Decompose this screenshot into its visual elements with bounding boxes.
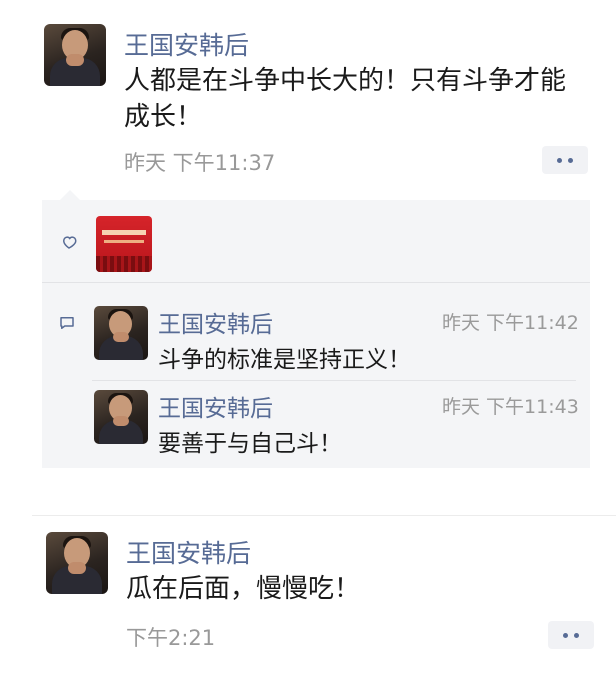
post1-avatar[interactable]	[44, 24, 106, 86]
panel-arrow	[60, 190, 80, 200]
panel-divider	[42, 282, 590, 283]
avatar-hand	[113, 416, 129, 426]
more-dot	[574, 632, 579, 638]
more-dot	[568, 157, 573, 163]
comment2-avatar[interactable]	[94, 390, 148, 444]
liker-avatar-banner	[102, 230, 146, 235]
liker-avatar-subbanner	[104, 240, 144, 243]
avatar-hand	[68, 562, 86, 574]
comment1-avatar[interactable]	[94, 306, 148, 360]
more-dot	[557, 157, 562, 163]
post2-timestamp: 下午2:21	[126, 626, 216, 650]
post2-author-name[interactable]: 王国安韩后	[126, 534, 251, 570]
post1-author-name[interactable]: 王国安韩后	[124, 26, 249, 62]
heart-outline-icon	[62, 236, 77, 249]
comment2-timestamp: 昨天 下午11:43	[442, 396, 579, 418]
liker-avatar[interactable]	[96, 216, 152, 272]
avatar-hand	[66, 54, 84, 66]
comment2-author-name[interactable]: 王国安韩后	[158, 389, 273, 423]
post2-more-button[interactable]	[548, 621, 594, 649]
post2-avatar[interactable]	[46, 532, 108, 594]
comment2-text[interactable]: 要善于与自己斗！	[158, 424, 342, 458]
post1-more-button[interactable]	[542, 146, 588, 174]
comment-divider	[92, 380, 576, 381]
avatar-hand	[113, 332, 129, 342]
post1-text-line2: 成长！	[124, 102, 203, 132]
liker-avatar-skyline	[96, 256, 152, 272]
comment1-text[interactable]: 斗争的标准是坚持正义！	[158, 340, 411, 374]
comment1-author-name[interactable]: 王国安韩后	[158, 305, 273, 339]
comment1-timestamp: 昨天 下午11:42	[442, 312, 579, 334]
post1-text-line1: 人都是在斗争中长大的！只有斗争才能	[124, 66, 567, 96]
comment-bubble-icon	[60, 317, 74, 329]
more-dot	[563, 632, 568, 638]
post-separator	[32, 515, 616, 516]
post1-timestamp: 昨天 下午11:37	[124, 151, 276, 175]
post2-text: 瓜在后面，慢慢吃！	[126, 574, 361, 604]
